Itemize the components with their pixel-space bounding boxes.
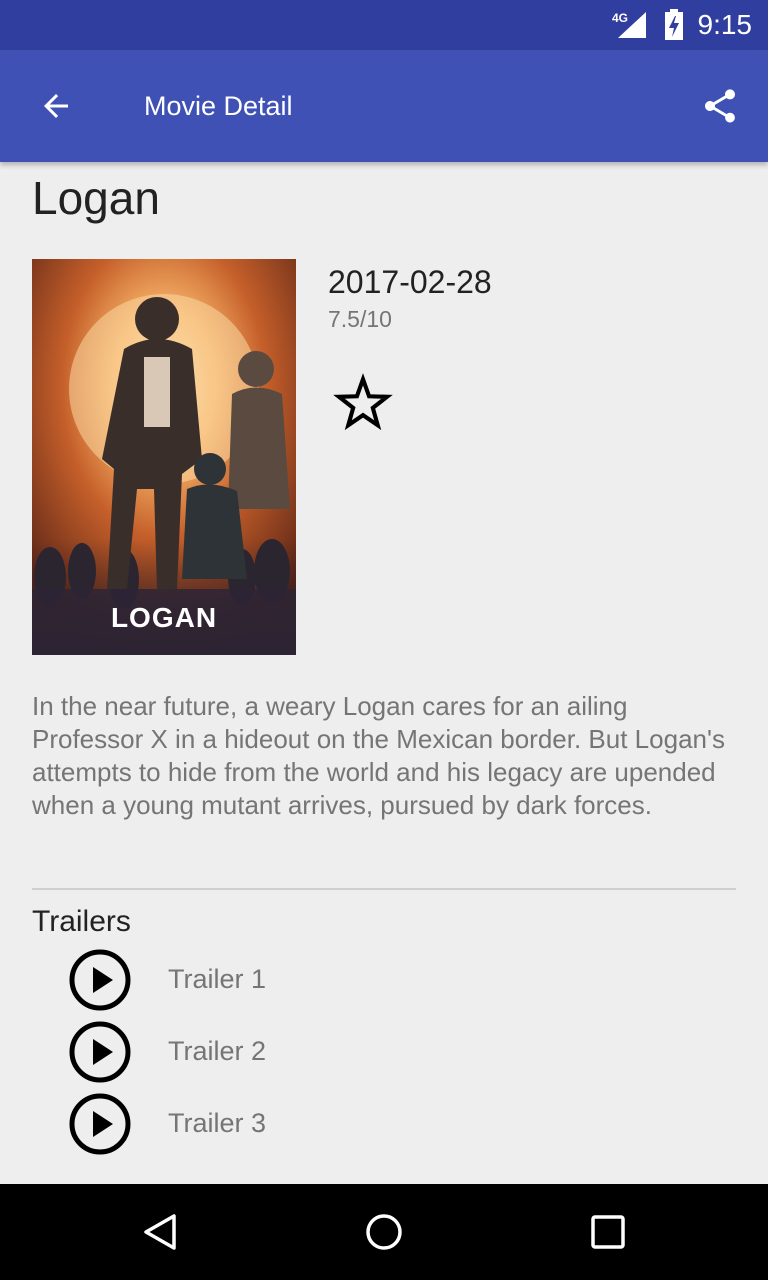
nav-home-button[interactable] xyxy=(354,1202,414,1262)
arrow-back-icon xyxy=(44,94,68,118)
app-bar: Movie Detail xyxy=(0,50,768,162)
rating: 7.5/10 xyxy=(328,306,392,332)
back-button[interactable] xyxy=(26,76,86,136)
trailer-item-2[interactable]: Trailer 2 xyxy=(0,1018,768,1090)
poster-title-text: LOGAN xyxy=(111,602,217,633)
movie-overview: In the near future, a weary Logan cares … xyxy=(32,691,725,820)
play-circle-icon[interactable] xyxy=(68,1020,132,1084)
nav-recents-button[interactable] xyxy=(578,1202,638,1262)
trailer-label: Trailer 2 xyxy=(168,1036,267,1066)
release-date: 2017-02-28 xyxy=(328,264,492,300)
battery-charging-icon xyxy=(665,9,683,40)
trailers-heading: Trailers xyxy=(32,905,131,938)
signal-4g-icon: 4G xyxy=(612,11,646,38)
play-circle-icon[interactable] xyxy=(68,1092,132,1156)
movie-title: Logan xyxy=(32,172,160,224)
divider xyxy=(32,888,736,890)
status-time: 9:15 xyxy=(697,9,753,40)
network-label: 4G xyxy=(612,11,628,25)
home-circle-icon xyxy=(366,1214,402,1250)
poster-image: LOGAN xyxy=(32,259,296,655)
play-circle-icon[interactable] xyxy=(68,948,132,1012)
nav-back-button[interactable] xyxy=(130,1202,190,1262)
trailer-label: Trailer 1 xyxy=(168,964,267,994)
status-bar: 4G 9:15 xyxy=(0,0,768,50)
back-triangle-icon xyxy=(144,1214,176,1250)
movie-detail-content: Logan LOGAN 2017-02-28 7.5/10 In the nea… xyxy=(0,162,768,1184)
trailer-item-1[interactable]: Trailer 1 xyxy=(0,946,768,1018)
recents-square-icon xyxy=(591,1215,625,1249)
share-icon xyxy=(705,89,735,123)
star-outline-icon xyxy=(333,373,393,431)
trailer-item-3[interactable]: Trailer 3 xyxy=(0,1090,768,1162)
movie-poster: LOGAN xyxy=(32,259,296,655)
share-button[interactable] xyxy=(690,76,750,136)
trailer-label: Trailer 3 xyxy=(168,1108,267,1138)
favorite-button[interactable] xyxy=(330,370,396,436)
system-nav-bar xyxy=(0,1184,768,1280)
page-title: Movie Detail xyxy=(144,91,293,121)
